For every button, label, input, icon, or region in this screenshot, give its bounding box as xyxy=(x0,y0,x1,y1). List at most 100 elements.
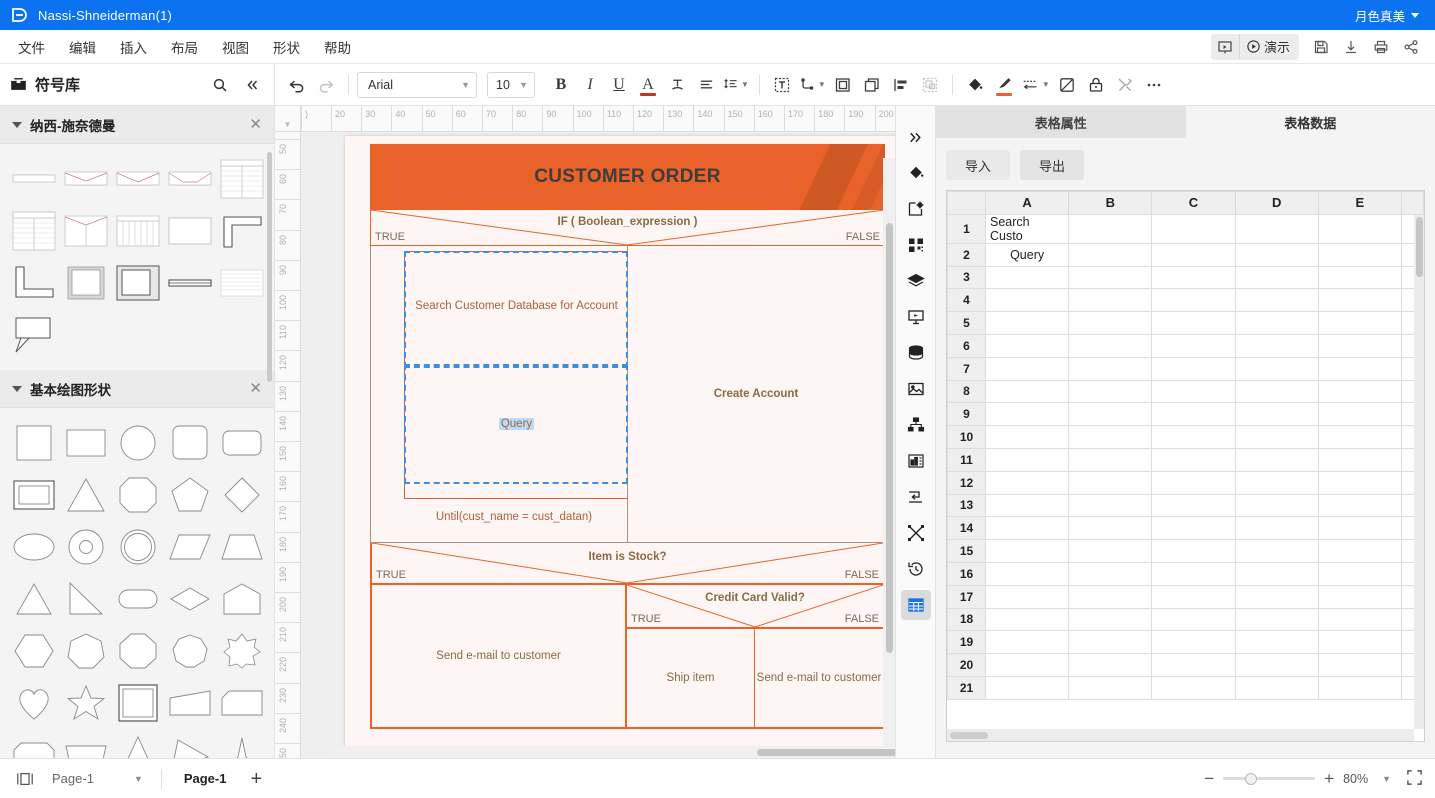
row-header-cell[interactable]: 14 xyxy=(947,516,986,541)
theme-icon[interactable] xyxy=(1053,71,1081,99)
shape-nsd-line[interactable] xyxy=(10,158,58,200)
grid-cell[interactable] xyxy=(1234,356,1319,381)
library-scrollbar[interactable] xyxy=(267,152,272,382)
grid-cell[interactable] xyxy=(984,379,1070,404)
grid-cell[interactable] xyxy=(984,470,1070,495)
row-header-cell[interactable]: 15 xyxy=(947,539,986,563)
grid-cell[interactable] xyxy=(984,425,1070,449)
text-curve-button[interactable] xyxy=(663,71,691,99)
grid-cell[interactable] xyxy=(1317,265,1403,290)
chevron-double-right-icon[interactable] xyxy=(901,122,931,152)
grid-cell[interactable] xyxy=(1234,607,1319,632)
font-family-select[interactable]: Arial ▼ xyxy=(357,71,477,98)
shape-cut-corner-rect[interactable] xyxy=(218,682,266,724)
grid-cell[interactable] xyxy=(1234,516,1319,541)
shape-nsd-callout[interactable] xyxy=(10,314,58,356)
shape-hexagon[interactable] xyxy=(10,630,58,672)
share-icon[interactable] xyxy=(1397,34,1425,60)
row-header-cell[interactable]: 6 xyxy=(947,333,986,358)
row-header-cell[interactable]: 13 xyxy=(947,493,986,518)
grid-cell[interactable] xyxy=(1151,584,1236,609)
row-header-cell[interactable]: 4 xyxy=(947,288,986,313)
grid-cell[interactable] xyxy=(1317,470,1403,495)
grid-cell[interactable] xyxy=(1234,288,1319,313)
grid-cell[interactable] xyxy=(984,653,1070,677)
grid-cell[interactable] xyxy=(1317,425,1403,449)
grid-cell[interactable] xyxy=(1234,675,1319,700)
shape-nsd-table-rows[interactable] xyxy=(10,210,58,252)
shape-nsd-frame-3d[interactable] xyxy=(62,262,110,304)
shape-donut[interactable] xyxy=(62,526,110,568)
panel-layout-icon[interactable] xyxy=(12,766,38,792)
grid-cell[interactable] xyxy=(1068,675,1153,700)
shape-rounded-rect[interactable] xyxy=(218,422,266,464)
bar-chart-icon[interactable] xyxy=(901,446,931,476)
condition-band-if[interactable]: IF ( Boolean_expression ) TRUE FALSE xyxy=(370,210,885,246)
duplicate-icon[interactable] xyxy=(858,71,886,99)
zoom-slider-knob[interactable] xyxy=(1245,772,1258,785)
shape-rounded-corner-rect[interactable] xyxy=(10,734,58,758)
flow-step-icon[interactable] xyxy=(901,482,931,512)
grid-cell[interactable] xyxy=(1234,425,1319,449)
grid-cell[interactable] xyxy=(1317,675,1403,700)
add-page-button[interactable]: + xyxy=(244,769,268,789)
row-header-cell[interactable]: 18 xyxy=(947,607,986,632)
grid-cell[interactable] xyxy=(1234,539,1319,563)
grid-cell[interactable] xyxy=(1068,470,1153,495)
shape-right-trapezoid[interactable] xyxy=(166,682,214,724)
canvas-scroll-area[interactable]: CUSTOMER ORDER IF ( Boolean_expression )… xyxy=(301,132,895,758)
present-button[interactable]: 演示 xyxy=(1238,34,1299,59)
grid-cell[interactable]: Query xyxy=(984,242,1070,267)
grid-cell[interactable] xyxy=(984,607,1070,632)
shuffle-icon[interactable] xyxy=(901,518,931,548)
stock-false-branch[interactable]: Credit Card Valid? TRUE FALSE Ship item xyxy=(627,585,883,727)
shape-nsd-frame-nested[interactable] xyxy=(114,262,162,304)
if-true-branch[interactable]: Search Customer Database for Account Que… xyxy=(371,246,628,542)
grid-cell[interactable] xyxy=(1234,265,1319,290)
fill-bucket-icon[interactable] xyxy=(901,158,931,188)
grid-cell[interactable] xyxy=(1151,493,1236,518)
grid-cell[interactable] xyxy=(1151,630,1236,655)
row-header-cell[interactable]: 3 xyxy=(947,265,986,290)
search-icon[interactable] xyxy=(208,73,232,97)
grid-cell[interactable] xyxy=(984,288,1070,313)
menu-help[interactable]: 帮助 xyxy=(312,32,363,62)
grid-cell[interactable] xyxy=(1317,516,1403,541)
grid-cell[interactable] xyxy=(984,539,1070,563)
table-grid-icon[interactable] xyxy=(900,590,931,620)
import-button[interactable]: 导入 xyxy=(946,150,1010,180)
grid-cell[interactable] xyxy=(1317,584,1403,609)
line-spacing-icon[interactable]: ▼ xyxy=(721,71,751,99)
grid-cell[interactable] xyxy=(1151,607,1236,632)
horizontal-ruler[interactable]: ) 20 30 40 50 60 70 80 90 100 110 120 130 140 150 160 1… xyxy=(301,106,895,132)
grid-cell[interactable] xyxy=(1317,213,1403,244)
grid-cell[interactable] xyxy=(1317,561,1403,586)
bold-button[interactable]: B xyxy=(547,71,575,99)
grid-cell[interactable] xyxy=(1234,470,1319,495)
grid-cell[interactable] xyxy=(984,265,1070,290)
wrench-icon[interactable] xyxy=(1111,71,1139,99)
credit-true-branch[interactable]: Ship item xyxy=(627,629,755,727)
section-basic-shapes-header[interactable]: 基本绘图形状 ✕ xyxy=(0,370,274,408)
row-header-cell[interactable]: 10 xyxy=(947,425,986,449)
shape-nsd-condition-2[interactable] xyxy=(114,158,162,200)
column-header-d[interactable]: D xyxy=(1234,191,1319,215)
shape-stadium[interactable] xyxy=(114,578,162,620)
shape-frame-selected[interactable] xyxy=(114,682,162,724)
grid-cell[interactable] xyxy=(984,402,1070,427)
grid-cell[interactable] xyxy=(1234,630,1319,655)
grid-squares-icon[interactable] xyxy=(901,230,931,260)
grid-cell[interactable] xyxy=(1317,653,1403,677)
shape-rectangle[interactable] xyxy=(62,422,110,464)
grid-cell[interactable] xyxy=(1151,265,1236,290)
selected-cell-text[interactable]: Query xyxy=(498,418,535,430)
shape-isosceles-triangle[interactable] xyxy=(10,578,58,620)
shape-nsd-corner-bottom[interactable] xyxy=(10,262,58,304)
page-tab-page-1[interactable]: Page-1 xyxy=(176,767,235,790)
fit-screen-icon[interactable] xyxy=(1406,769,1423,789)
shape-nsd-condition[interactable] xyxy=(62,158,110,200)
grid-cell[interactable] xyxy=(1317,333,1403,358)
shape-rhombus-flat[interactable] xyxy=(166,578,214,620)
shape-diamond[interactable] xyxy=(218,474,266,516)
grid-cell[interactable] xyxy=(1234,333,1319,358)
